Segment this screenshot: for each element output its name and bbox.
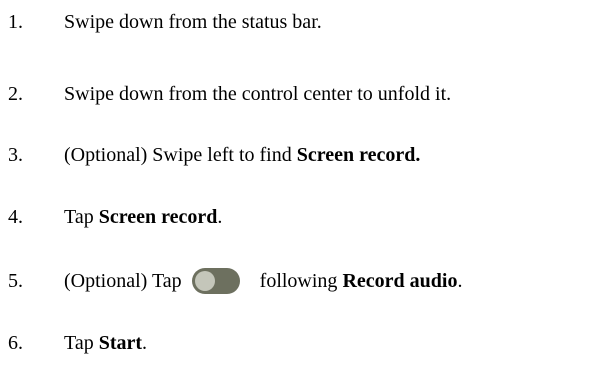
step-text-plain: following (259, 270, 343, 292)
step-text: (Optional) Tap following Record audio . (64, 261, 462, 301)
step-text: (Optional) Swipe left to find Screen rec… (64, 135, 420, 175)
step-text-plain: Swipe down from the status bar. (64, 11, 322, 33)
step-text: Tap Start . (64, 323, 147, 363)
toggle-knob (194, 271, 215, 291)
step-text-plain: Tap (64, 332, 99, 354)
step-text-plain: Swipe down from the control center to un… (64, 83, 452, 105)
step-number: 5. (8, 270, 23, 292)
step-text: Swipe down from the status bar. (64, 2, 322, 42)
step-number: 3. (8, 144, 23, 166)
instruction-list: 1. Swipe down from the status bar. 2. Sw… (0, 0, 613, 372)
step-text-plain: Tap (64, 206, 99, 228)
toggle-off-icon (191, 268, 240, 294)
step-text-suffix: . (217, 206, 223, 228)
step-number: 6. (8, 332, 23, 354)
step-text-bold: Record audio (342, 270, 458, 292)
step-number: 4. (8, 206, 23, 228)
step-text-plain: (Optional) Tap (64, 270, 182, 292)
step-text-plain: (Optional) Swipe left to find (64, 144, 297, 166)
step-text-bold: Screen record. (296, 144, 421, 166)
step-text: Tap Screen record . (64, 197, 222, 237)
step-number: 1. (8, 11, 23, 33)
step-text-bold: Start (98, 332, 143, 354)
step-text-suffix: . (457, 270, 463, 292)
step-text-bold: Screen record (98, 206, 218, 228)
step-text: Swipe down from the control center to un… (64, 74, 451, 114)
step-text-suffix: . (142, 332, 148, 354)
step-number: 2. (8, 83, 23, 105)
